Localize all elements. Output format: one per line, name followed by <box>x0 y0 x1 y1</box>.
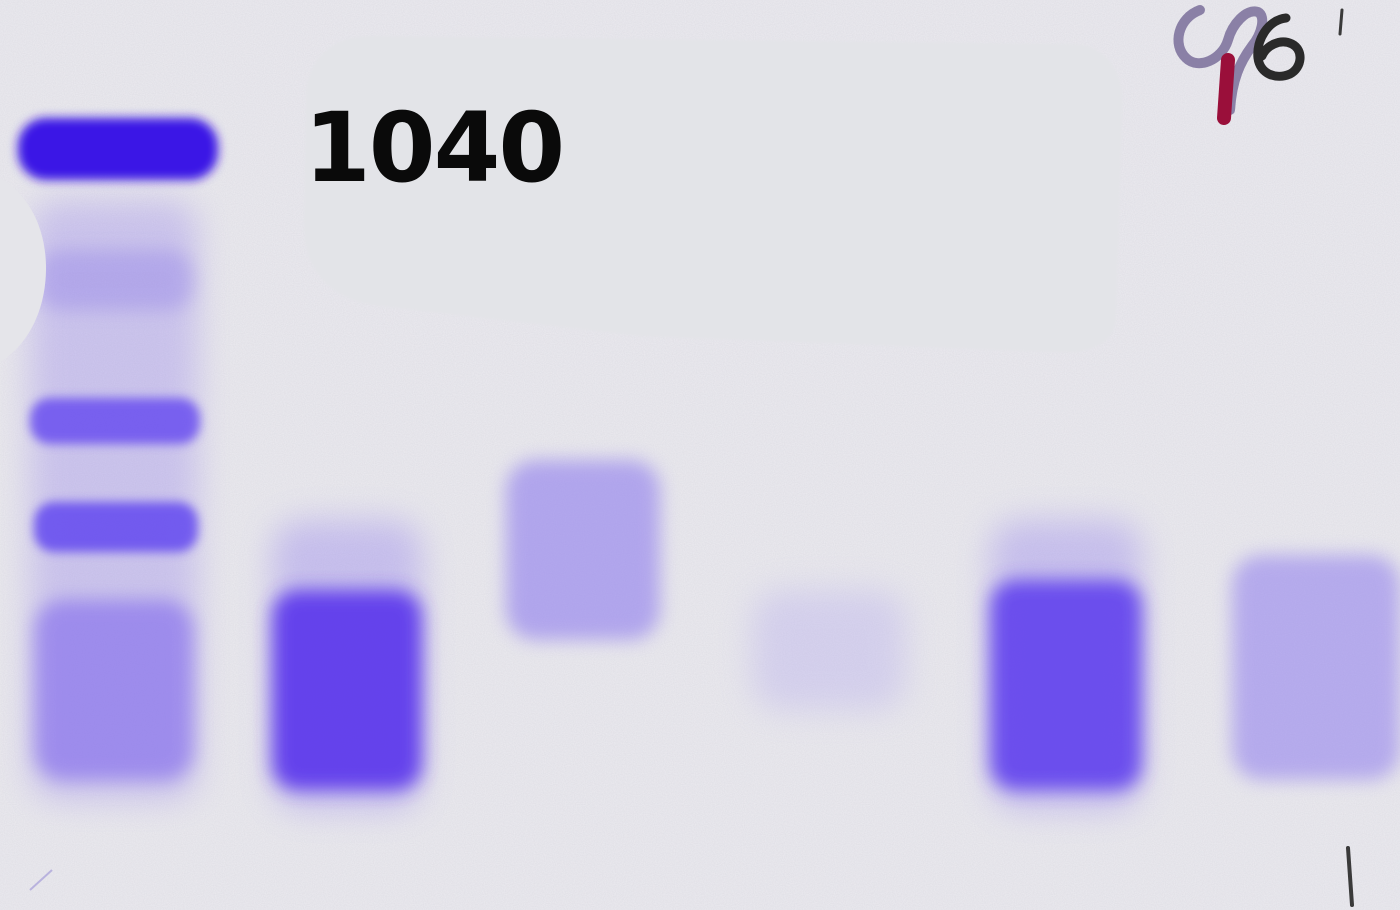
gel-scene <box>0 0 1400 910</box>
lane-3-band <box>506 460 660 640</box>
lane-2 <box>272 520 422 810</box>
pen-tick-top-icon <box>1338 8 1344 36</box>
lane-1-band-4 <box>34 502 198 552</box>
lane-4-band <box>752 590 906 710</box>
lane-5 <box>990 520 1142 810</box>
lane-1-band-5 <box>34 600 194 780</box>
lane-1-band-top <box>18 118 218 180</box>
lane-6 <box>1232 555 1400 780</box>
sample-label: 1040 <box>304 92 565 204</box>
lane-1-band-2 <box>36 250 194 310</box>
lane-5-band <box>990 580 1142 790</box>
lane-1-band-3 <box>30 398 200 444</box>
gel-photo: 1040 <box>0 0 1400 910</box>
lane-3 <box>506 460 660 640</box>
lane-4 <box>752 590 906 710</box>
lane-6-band <box>1232 555 1400 780</box>
ink-red-stroke-icon <box>1217 53 1235 125</box>
lane-2-band <box>272 590 422 790</box>
lane-1-ladder <box>18 118 218 800</box>
